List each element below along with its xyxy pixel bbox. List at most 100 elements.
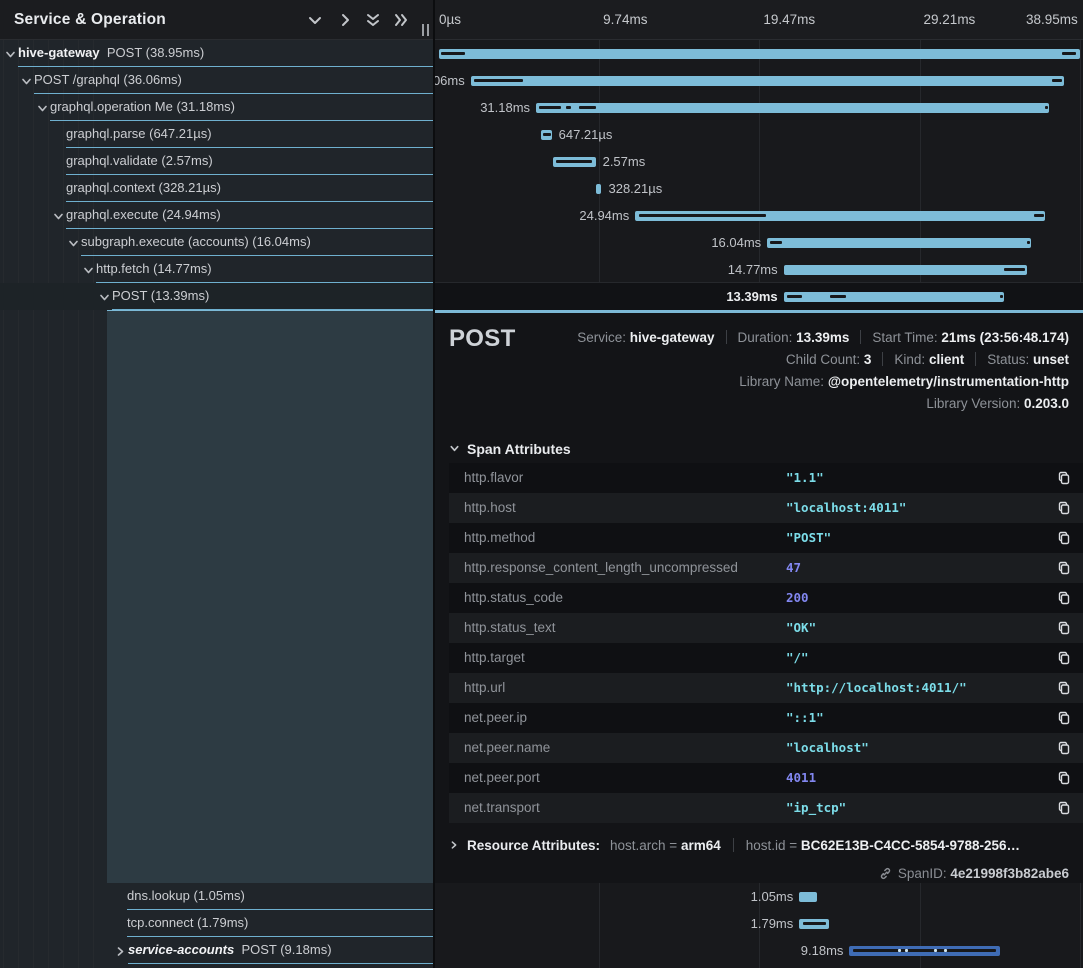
chevron-down-icon[interactable] xyxy=(53,210,64,221)
copy-icon[interactable] xyxy=(1057,561,1071,575)
child-span-mark xyxy=(566,106,570,109)
span-tree-row[interactable]: subgraph.execute (accounts) (16.04ms) xyxy=(0,229,433,256)
child-span-mark xyxy=(770,241,782,244)
meta-field: Kind: client xyxy=(894,352,964,367)
span-name-label: graphql.execute (24.94ms) xyxy=(66,202,221,228)
attribute-key: http.status_code xyxy=(464,583,563,613)
chevron-down-icon xyxy=(449,441,460,452)
span-name-label: graphql.operation Me (31.18ms) xyxy=(50,94,235,120)
double-chevron-right-icon[interactable] xyxy=(392,11,410,29)
span-tree-row[interactable]: dns.lookup (1.05ms) xyxy=(0,883,433,910)
copy-icon[interactable] xyxy=(1057,711,1071,725)
span-duration-bar[interactable] xyxy=(536,103,1049,113)
attribute-row: http.response_content_length_uncompresse… xyxy=(449,553,1083,583)
span-name-label: POST (13.39ms) xyxy=(112,283,209,309)
chevron-right-icon[interactable] xyxy=(115,945,126,956)
chevron-down-icon[interactable] xyxy=(83,264,94,275)
service-name: hive-gateway xyxy=(18,45,100,60)
attribute-row: net.peer.ip"::1" xyxy=(449,703,1083,733)
attribute-key: http.host xyxy=(464,493,516,523)
span-tree-row[interactable]: graphql.parse (647.21µs) xyxy=(0,121,433,148)
column-resize-handle[interactable] xyxy=(421,24,431,36)
copy-icon[interactable] xyxy=(1057,591,1071,605)
span-meta-line: Child Count: 3Kind: clientStatus: unset xyxy=(786,352,1069,367)
span-duration-label: 24.94ms xyxy=(579,202,629,229)
span-attributes-title: Span Attributes xyxy=(467,441,571,457)
span-tree-rows: hive-gateway POST (38.95ms)POST /graphql… xyxy=(0,40,433,310)
span-name-label: dns.lookup (1.05ms) xyxy=(127,883,245,909)
span-tree-row[interactable]: graphql.operation Me (31.18ms) xyxy=(0,94,433,121)
span-tree-column: Service & Operation hive-gateway POST (3… xyxy=(0,0,435,968)
span-tree-row[interactable]: POST (13.39ms) xyxy=(0,283,433,310)
chevron-right-icon[interactable] xyxy=(336,11,354,29)
chevron-down-icon[interactable] xyxy=(21,75,32,86)
span-duration-bar[interactable] xyxy=(784,292,1004,302)
copy-icon[interactable] xyxy=(1057,681,1071,695)
resource-attributes-row[interactable]: Resource Attributes:host.arch = arm64hos… xyxy=(449,838,1020,853)
tree-header-title: Service & Operation xyxy=(14,0,166,40)
attribute-value: "OK" xyxy=(786,613,816,643)
attribute-key: http.status_text xyxy=(464,613,556,643)
span-tree-row[interactable]: hive-gateway POST (38.95ms) xyxy=(0,40,433,67)
span-attributes-header[interactable]: Span Attributes xyxy=(449,441,571,457)
span-tree-row[interactable]: graphql.execute (24.94ms) xyxy=(0,202,433,229)
span-duration-label: 36.06ms xyxy=(435,67,465,94)
chevron-down-icon[interactable] xyxy=(99,291,110,302)
span-tree-row[interactable]: graphql.context (328.21µs) xyxy=(0,175,433,202)
span-tree-row[interactable]: http.fetch (14.77ms) xyxy=(0,256,433,283)
meta-field: Library Name: @opentelemetry/instrumenta… xyxy=(739,374,1069,389)
span-duration-bar[interactable] xyxy=(767,238,1031,248)
copy-icon[interactable] xyxy=(1057,531,1071,545)
copy-icon[interactable] xyxy=(1057,771,1071,785)
span-tree-row[interactable]: POST /graphql (36.06ms) xyxy=(0,67,433,94)
copy-icon[interactable] xyxy=(1057,651,1071,665)
span-tree-row[interactable]: service-accounts POST (9.18ms) xyxy=(0,937,433,964)
double-chevron-down-icon[interactable] xyxy=(364,11,382,29)
span-tree-row[interactable]: tcp.connect (1.79ms) xyxy=(0,910,433,937)
span-duration-bar[interactable] xyxy=(784,265,1027,275)
attribute-value: "localhost:4011" xyxy=(786,493,906,523)
span-duration-label: 1.79ms xyxy=(751,910,794,937)
child-span-mark xyxy=(543,133,551,136)
copy-icon[interactable] xyxy=(1057,741,1071,755)
span-duration-bar[interactable] xyxy=(471,76,1064,86)
resource-attribute-pair: host.arch = arm64 xyxy=(610,838,721,853)
span-tree-row[interactable]: graphql.validate (2.57ms) xyxy=(0,148,433,175)
span-duration-bar[interactable] xyxy=(439,49,1080,59)
span-duration-bar[interactable] xyxy=(799,892,816,902)
attribute-value: "ip_tcp" xyxy=(786,793,846,823)
copy-icon[interactable] xyxy=(1057,621,1071,635)
timeline-rows-bottom: 1.05ms1.79ms9.18ms xyxy=(435,883,1083,968)
resource-attributes-title: Resource Attributes: xyxy=(467,838,600,853)
span-id-row: SpanID: 4e21998f3b82abe6 xyxy=(879,866,1069,881)
timeline-tick-label: 0µs xyxy=(439,0,461,40)
span-name-label: subgraph.execute (accounts) (16.04ms) xyxy=(81,229,311,255)
attribute-value: 200 xyxy=(786,583,809,613)
child-span-mark xyxy=(1034,214,1045,217)
attribute-row: http.flavor"1.1" xyxy=(449,463,1083,493)
chevron-down-icon[interactable] xyxy=(306,11,324,29)
copy-icon[interactable] xyxy=(1057,471,1071,485)
span-duration-label: 647.21µs xyxy=(559,121,613,148)
chevron-down-icon[interactable] xyxy=(37,102,48,113)
span-name-label: POST /graphql (36.06ms) xyxy=(34,67,182,93)
copy-icon[interactable] xyxy=(1057,801,1071,815)
span-duration-label: 31.18ms xyxy=(480,94,530,121)
link-icon[interactable] xyxy=(879,867,892,880)
service-name: service-accounts xyxy=(128,942,234,957)
chevron-down-icon[interactable] xyxy=(5,48,16,59)
span-name-label: hive-gateway POST (38.95ms) xyxy=(18,40,204,66)
span-meta-line: Library Version: 0.203.0 xyxy=(926,396,1069,411)
chevron-down-icon[interactable] xyxy=(68,237,79,248)
attribute-value: "http://localhost:4011/" xyxy=(786,673,967,703)
attribute-key: http.target xyxy=(464,643,525,673)
attribute-key: http.response_content_length_uncompresse… xyxy=(464,553,738,583)
attribute-row: net.peer.name"localhost" xyxy=(449,733,1083,763)
timeline-tick-label: 29.21ms xyxy=(924,0,976,40)
meta-field: Service: hive-gateway xyxy=(577,330,714,345)
meta-field: Child Count: 3 xyxy=(786,352,872,367)
span-duration-bar[interactable] xyxy=(596,184,601,194)
copy-icon[interactable] xyxy=(1057,501,1071,515)
attribute-row: http.status_code 200 xyxy=(449,583,1083,613)
child-span-mark xyxy=(556,160,592,163)
